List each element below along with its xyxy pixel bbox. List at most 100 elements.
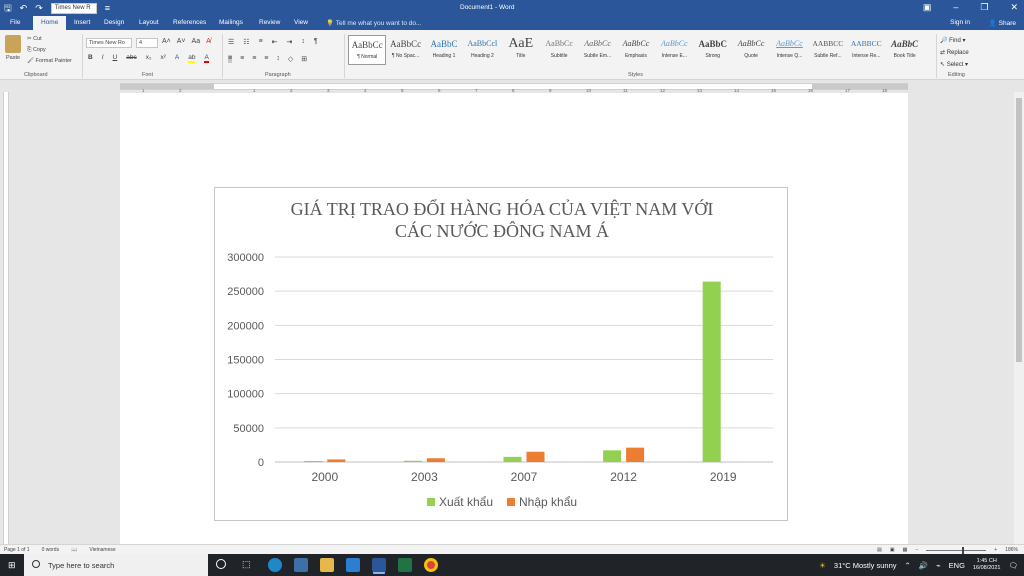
scrollbar-thumb[interactable] (1016, 98, 1022, 362)
paste-icon[interactable] (5, 35, 21, 53)
share-button[interactable]: 👤 Share (989, 19, 1016, 27)
cortana-icon[interactable] (216, 559, 226, 569)
sort-icon[interactable]: ↕ (301, 38, 305, 46)
align-center-icon[interactable]: ≡ (240, 55, 244, 63)
restore-icon[interactable]: ❐ (980, 2, 988, 13)
web-layout-icon[interactable]: ▦ (903, 547, 908, 553)
grow-font-icon[interactable]: A˄ (162, 38, 171, 45)
tab-mailings[interactable]: Mailings (219, 19, 243, 26)
style-emphasis[interactable]: AaBbCc Emphasis (617, 35, 655, 65)
weather-text[interactable]: 31°C Mostly sunny (834, 561, 897, 570)
strikethrough-icon[interactable]: abc (126, 54, 136, 63)
font-color-icon[interactable]: A (204, 54, 209, 63)
zoom-level[interactable]: 186% (1005, 547, 1018, 553)
tab-insert[interactable]: Insert (74, 19, 90, 26)
style-heading-1[interactable]: AaBbC Heading 1 (425, 35, 463, 65)
minimize-icon[interactable]: – (953, 2, 958, 13)
tab-review[interactable]: Review (259, 19, 280, 26)
italic-icon[interactable]: I (102, 54, 104, 63)
bullets-icon[interactable]: ☰ (228, 38, 234, 46)
proofing-icon[interactable]: 📖 (71, 547, 77, 553)
store-icon[interactable] (294, 558, 308, 572)
change-case-icon[interactable]: Aa (192, 38, 201, 45)
tab-file[interactable]: File (10, 19, 20, 26)
vertical-scrollbar[interactable] (1014, 92, 1024, 544)
style-heading-2[interactable]: AaBbCcl Heading 2 (463, 35, 501, 65)
style-intense-emphasis[interactable]: AaBbCc Intense E... (655, 35, 693, 65)
bold-icon[interactable]: B (88, 54, 93, 63)
find-button[interactable]: 🔎 Find ▾ (940, 35, 969, 47)
align-right-icon[interactable]: ≡ (252, 55, 256, 63)
align-left-icon[interactable]: ≡ (228, 55, 233, 63)
style-subtle-reference[interactable]: AABBCC Subtle Ref... (809, 35, 847, 65)
sign-in-link[interactable]: Sign in (950, 19, 970, 26)
input-language[interactable]: ENG (949, 561, 965, 570)
windows-start-icon[interactable]: ⊞ (8, 560, 16, 571)
save-icon[interactable]: 🖫 (4, 2, 12, 14)
quick-font-selector[interactable]: Times New R (50, 2, 97, 14)
volume-icon[interactable]: 🔊 (919, 561, 928, 570)
copy-button[interactable]: ⎘ Copy (27, 45, 72, 56)
tab-view[interactable]: View (294, 19, 308, 26)
ribbon-display-icon[interactable]: ▣ (923, 2, 932, 13)
read-mode-icon[interactable]: ▤ (877, 547, 882, 553)
page-count[interactable]: Page 1 of 1 (4, 547, 30, 553)
underline-icon[interactable]: U (113, 54, 118, 63)
show-marks-icon[interactable]: ¶ (314, 38, 318, 46)
language-indicator[interactable]: Vietnamese (89, 547, 115, 553)
numbering-icon[interactable]: ☷ (243, 38, 249, 46)
superscript-icon[interactable]: x² (160, 54, 165, 63)
justify-icon[interactable]: ≡ (264, 55, 268, 63)
horizontal-ruler[interactable]: 1 2 1 2 3 4 5 6 7 8 9 10 11 12 13 14 15 … (0, 80, 1024, 93)
cut-button[interactable]: ✂ Cut (27, 34, 72, 45)
edge-icon[interactable] (268, 558, 282, 572)
format-painter-button[interactable]: 🖌 Format Painter (27, 56, 72, 67)
style-quote[interactable]: AaBbCc Quote (732, 35, 770, 65)
customize-qat-icon[interactable]: ≡ (105, 2, 110, 14)
style-title[interactable]: AaE Title (502, 35, 540, 65)
redo-icon[interactable]: ↷ (35, 2, 43, 14)
zoom-out-icon[interactable]: − (915, 547, 918, 553)
print-layout-icon[interactable]: ▣ (890, 547, 895, 553)
zoom-slider[interactable] (926, 546, 987, 554)
style-strong[interactable]: AaBbC Strong (694, 35, 732, 65)
line-spacing-icon[interactable]: ↕ (276, 55, 280, 63)
style-subtle-emphasis[interactable]: AaBbCc Subtle Em... (578, 35, 616, 65)
tab-layout[interactable]: Layout (139, 19, 159, 26)
zoom-in-icon[interactable]: + (994, 547, 997, 553)
highlight-icon[interactable]: ab (188, 54, 196, 63)
shrink-font-icon[interactable]: A˅ (177, 38, 186, 45)
subscript-icon[interactable]: x₂ (146, 54, 152, 63)
replace-button[interactable]: ⇄ Replace (940, 47, 969, 59)
excel-icon[interactable] (398, 558, 412, 572)
weather-icon[interactable]: ☀ (819, 561, 826, 570)
vertical-ruler[interactable] (0, 92, 10, 544)
file-explorer-icon[interactable] (320, 558, 334, 572)
font-size-box[interactable]: 4 (136, 38, 158, 48)
borders-icon[interactable]: ⊞ (301, 55, 307, 63)
style-intense-quote[interactable]: AaBbCc Intense Q... (770, 35, 808, 65)
text-effects-icon[interactable]: A (175, 54, 179, 63)
tab-home[interactable]: Home (33, 16, 67, 30)
font-name-box[interactable]: Times New Ro (86, 38, 132, 48)
network-icon[interactable]: ⌁ (936, 561, 941, 570)
bar-chart[interactable]: GIÁ TRỊ TRAO ĐỔI HÀNG HÓA CỦA VIỆT NAM V… (214, 187, 788, 521)
clear-formatting-icon[interactable]: A̸ (206, 38, 211, 45)
style-book-title[interactable]: AaBbC Book Title (885, 35, 923, 65)
word-count[interactable]: 0 words (42, 547, 60, 553)
select-button[interactable]: ↖ Select ▾ (940, 59, 969, 71)
paste-button[interactable]: Paste (6, 55, 20, 61)
style-subtitle[interactable]: AaBbCc Subtitle (540, 35, 578, 65)
tab-references[interactable]: References (173, 19, 206, 26)
decrease-indent-icon[interactable]: ⇤ (272, 38, 278, 46)
style-no-spacing[interactable]: AaBbCc ¶ No Spac... (386, 35, 424, 65)
clock[interactable]: 1:45 CH 16/08/2021 (973, 558, 1001, 572)
close-icon[interactable]: ✕ (1010, 2, 1018, 13)
notifications-icon[interactable]: 🗨 (1008, 561, 1018, 570)
tell-me-search[interactable]: 💡 Tell me what you want to do... (326, 19, 421, 27)
increase-indent-icon[interactable]: ⇥ (287, 38, 293, 46)
task-view-icon[interactable]: ⬚ (242, 559, 251, 570)
undo-icon[interactable]: ↶ (20, 2, 28, 14)
multilevel-list-icon[interactable]: ≡ (259, 38, 263, 46)
shading-icon[interactable]: ◇ (288, 55, 293, 63)
